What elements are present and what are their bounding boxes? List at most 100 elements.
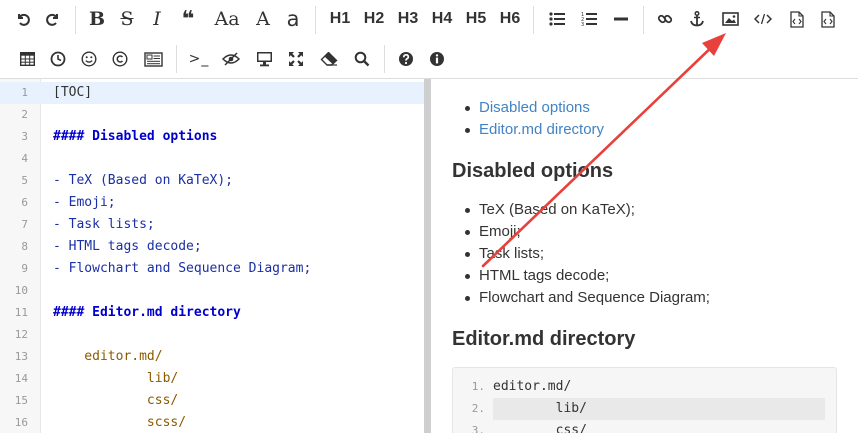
clear-button[interactable]: [315, 41, 343, 77]
image-icon: [721, 12, 739, 26]
line-number: 8: [21, 240, 28, 253]
lowercase-button[interactable]: a: [280, 1, 306, 37]
watch-button[interactable]: [250, 41, 278, 77]
editor-line[interactable]: 12: [0, 324, 424, 346]
toc-link[interactable]: Editor.md directory: [479, 121, 604, 138]
undo-button[interactable]: [10, 1, 36, 37]
heading-disabled-options: Disabled options: [452, 160, 614, 182]
search-button[interactable]: [348, 41, 376, 77]
pagebreak-button[interactable]: [138, 41, 168, 77]
minus-icon: [614, 17, 628, 21]
editor-line[interactable]: 9 - Flowchart and Sequence Diagram;: [0, 258, 424, 280]
editor-line[interactable]: 11 #### Editor.md directory: [0, 302, 424, 324]
pane-splitter[interactable]: [424, 79, 431, 433]
info-button[interactable]: [423, 41, 451, 77]
clock-icon: [50, 51, 66, 67]
editor-line[interactable]: 4: [0, 148, 424, 170]
markdown-editor[interactable]: 1 [TOC] 2 3 #### Disabled options 4 5 - …: [0, 79, 424, 433]
h3-button[interactable]: H3: [392, 1, 424, 37]
search-icon: [354, 51, 370, 67]
eye-icon: [222, 52, 240, 66]
link-button[interactable]: [651, 1, 679, 37]
editor-line[interactable]: 16 scss/: [0, 412, 424, 434]
toc-link[interactable]: Disabled options: [479, 99, 590, 116]
editor-line[interactable]: 3 #### Disabled options: [0, 126, 424, 148]
goto-line-button[interactable]: >_: [184, 41, 214, 77]
strikethrough-button[interactable]: S: [114, 1, 140, 37]
line-number: 3: [21, 130, 28, 143]
list-ol-icon: 123: [581, 12, 597, 27]
editor-line[interactable]: 2: [0, 104, 424, 126]
editor-line[interactable]: 7 - Task lists;: [0, 214, 424, 236]
smiley-icon: [81, 51, 97, 67]
h4-button[interactable]: H4: [426, 1, 458, 37]
preview-toggle-button[interactable]: [217, 41, 245, 77]
emoji-button[interactable]: [75, 41, 103, 77]
line-number: 9: [21, 262, 28, 275]
line-text: css/: [53, 393, 179, 408]
fullscreen-icon: [289, 52, 303, 66]
preformatted-text-button[interactable]: [814, 1, 842, 37]
code-line-number: 2.: [471, 402, 485, 415]
line-text: - Emoji;: [53, 195, 116, 210]
editor-line[interactable]: 5 - TeX (Based on KaTeX);: [0, 170, 424, 192]
datetime-button[interactable]: [44, 41, 72, 77]
list-ul-icon: [549, 12, 565, 26]
file-code-icon: [790, 10, 804, 28]
code-line-text: editor.md/: [493, 379, 572, 394]
uppercase-button[interactable]: Aa: [210, 1, 244, 37]
h6-button[interactable]: H6: [494, 1, 526, 37]
editor-line[interactable]: 13 editor.md/: [0, 346, 424, 368]
toolbar-divider: [643, 6, 644, 34]
editor-line[interactable]: 6 - Emoji;: [0, 192, 424, 214]
line-text: [TOC]: [53, 85, 93, 100]
line-number: 6: [21, 196, 28, 209]
editor-line[interactable]: 10: [0, 280, 424, 302]
line-number: 1: [21, 86, 28, 99]
toolbar-divider: [533, 6, 534, 34]
help-button[interactable]: [392, 41, 420, 77]
quote-button[interactable]: ❝: [174, 1, 202, 37]
undo-icon: [18, 13, 30, 26]
horizontal-rule-button[interactable]: [607, 1, 635, 37]
editor-line[interactable]: 1 [TOC]: [0, 82, 424, 104]
line-text: #### Editor.md directory: [53, 305, 241, 320]
redo-button[interactable]: [40, 1, 66, 37]
editor-line[interactable]: 8 - HTML tags decode;: [0, 236, 424, 258]
toc-item: Editor.md directory: [464, 119, 604, 141]
toolbar-divider: [75, 6, 76, 34]
code-icon: [754, 13, 772, 25]
inline-code-button[interactable]: [749, 1, 777, 37]
table-icon: [19, 52, 35, 66]
bold-button[interactable]: B: [84, 1, 110, 37]
toc-item: Disabled options: [464, 97, 604, 119]
line-text: #### Disabled options: [53, 129, 218, 144]
ordered-list-button[interactable]: 123: [575, 1, 603, 37]
markdown-preview: Disabled options Editor.md directory Dis…: [431, 79, 858, 433]
list-item: Task lists;: [465, 243, 710, 265]
line-number: 5: [21, 174, 28, 187]
line-number: 12: [14, 328, 28, 341]
anchor-icon: [690, 11, 704, 27]
code-block-button[interactable]: [783, 1, 811, 37]
html-entities-button[interactable]: [106, 41, 134, 77]
eraser-icon: [320, 52, 338, 66]
editor-line[interactable]: 14 lib/: [0, 368, 424, 390]
line-text: - HTML tags decode;: [53, 239, 202, 254]
code-block: 1. editor.md/ 2. lib/ 3. css/: [452, 367, 837, 433]
h2-button[interactable]: H2: [358, 1, 390, 37]
anchor-button[interactable]: [683, 1, 711, 37]
h5-button[interactable]: H5: [460, 1, 492, 37]
image-button[interactable]: [716, 1, 744, 37]
code-line-number: 1.: [471, 380, 485, 393]
unordered-list-button[interactable]: [543, 1, 571, 37]
fullscreen-button[interactable]: [282, 41, 310, 77]
code-line: 2. lib/: [453, 398, 836, 420]
h1-button[interactable]: H1: [324, 1, 356, 37]
code-line-text: lib/: [493, 401, 587, 416]
table-button[interactable]: [13, 41, 41, 77]
help-icon: [399, 52, 413, 66]
ucwords-button[interactable]: A: [250, 1, 276, 37]
italic-button[interactable]: I: [144, 1, 170, 37]
editor-line[interactable]: 15 css/: [0, 390, 424, 412]
